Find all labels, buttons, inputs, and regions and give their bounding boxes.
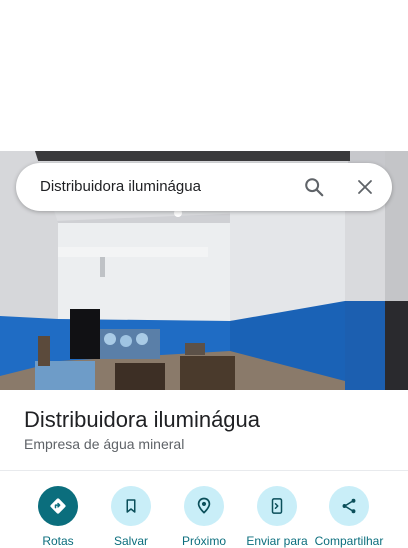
nearby-icon (184, 486, 224, 526)
map-area[interactable] (0, 0, 408, 151)
share-icon (329, 486, 369, 526)
search-icon[interactable] (300, 173, 328, 201)
search-box[interactable]: Distribuidora iluminágua (16, 163, 392, 211)
bookmark-icon (111, 486, 151, 526)
share-label: Compartilhar (314, 534, 384, 548)
share-button[interactable]: Compartilhar (309, 486, 389, 548)
place-title: Distribuidora iluminágua (24, 407, 261, 432)
place-category: Empresa de água mineral (24, 436, 185, 452)
directions-icon (38, 486, 78, 526)
send-to-phone-icon (257, 486, 297, 526)
action-bar: Rotas Salvar Próximo Enviar para Compart… (0, 486, 408, 548)
search-input[interactable]: Distribuidora iluminágua (40, 163, 201, 211)
close-icon[interactable] (351, 173, 379, 201)
divider (0, 470, 408, 471)
